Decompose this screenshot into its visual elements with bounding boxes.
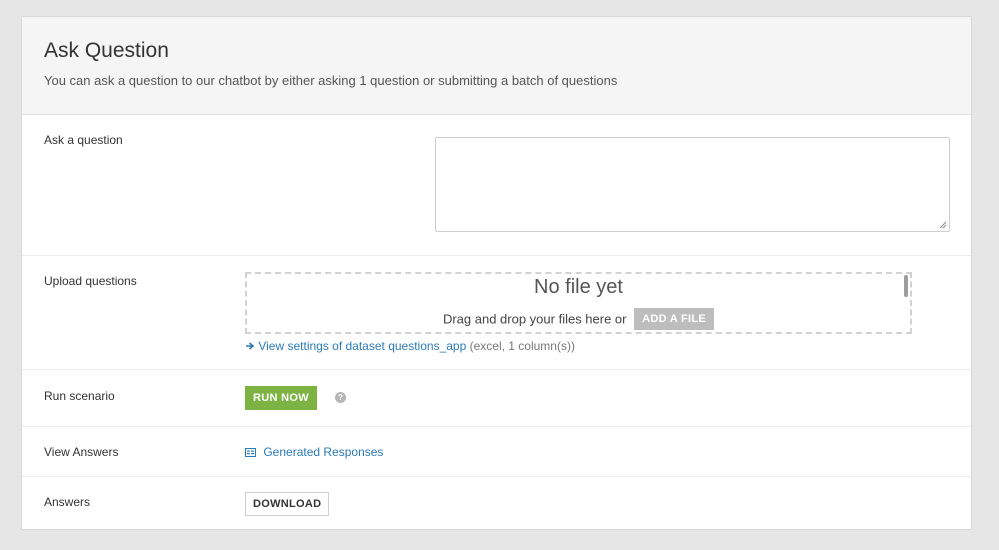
dataset-settings-text: View settings of dataset questions_app — [258, 339, 467, 353]
dataset-settings-line: View settings of dataset questions_app (… — [245, 339, 575, 353]
ask-question-label: Ask a question — [44, 133, 123, 147]
generated-responses-link[interactable]: Generated Responses — [245, 445, 383, 459]
resize-grip-icon[interactable] — [939, 221, 947, 229]
answers-label: Answers — [44, 495, 91, 509]
dropzone-scrollbar[interactable] — [904, 275, 908, 297]
run-scenario-row: Run scenario RUN NOW ? — [22, 370, 971, 427]
upload-questions-label: Upload questions — [44, 274, 137, 288]
page-title: Ask Question — [44, 39, 169, 62]
dropzone-instructions: Drag and drop your files here or ADD A F… — [247, 308, 910, 330]
panel-header: Ask Question You can ask a question to o… — [22, 17, 971, 115]
run-now-button[interactable]: RUN NOW — [245, 386, 317, 410]
view-answers-row: View Answers Generated Responses — [22, 427, 971, 477]
generated-responses-text: Generated Responses — [263, 445, 384, 459]
answers-row: Answers DOWNLOAD — [22, 477, 971, 529]
upload-questions-row: Upload questions No file yet Drag and dr… — [22, 256, 971, 370]
question-circle-icon[interactable]: ? — [335, 392, 346, 403]
page-subtitle: You can ask a question to our chatbot by… — [44, 73, 618, 88]
dataset-meta: (excel, 1 column(s)) — [469, 339, 575, 353]
drag-drop-text: Drag and drop your files here or — [442, 311, 627, 327]
dataset-icon — [245, 448, 256, 457]
file-dropzone[interactable]: No file yet Drag and drop your files her… — [245, 272, 912, 334]
question-textarea[interactable] — [435, 137, 950, 232]
ask-question-row: Ask a question — [22, 115, 971, 256]
dropzone-title: No file yet — [534, 276, 623, 298]
arrow-right-icon — [246, 342, 255, 350]
view-answers-label: View Answers — [44, 445, 119, 459]
dataset-settings-link[interactable]: View settings of dataset questions_app — [245, 339, 470, 353]
ask-question-panel: Ask Question You can ask a question to o… — [21, 16, 972, 530]
add-file-button[interactable]: ADD A FILE — [634, 308, 715, 330]
run-scenario-label: Run scenario — [44, 389, 115, 403]
download-button[interactable]: DOWNLOAD — [245, 492, 330, 516]
